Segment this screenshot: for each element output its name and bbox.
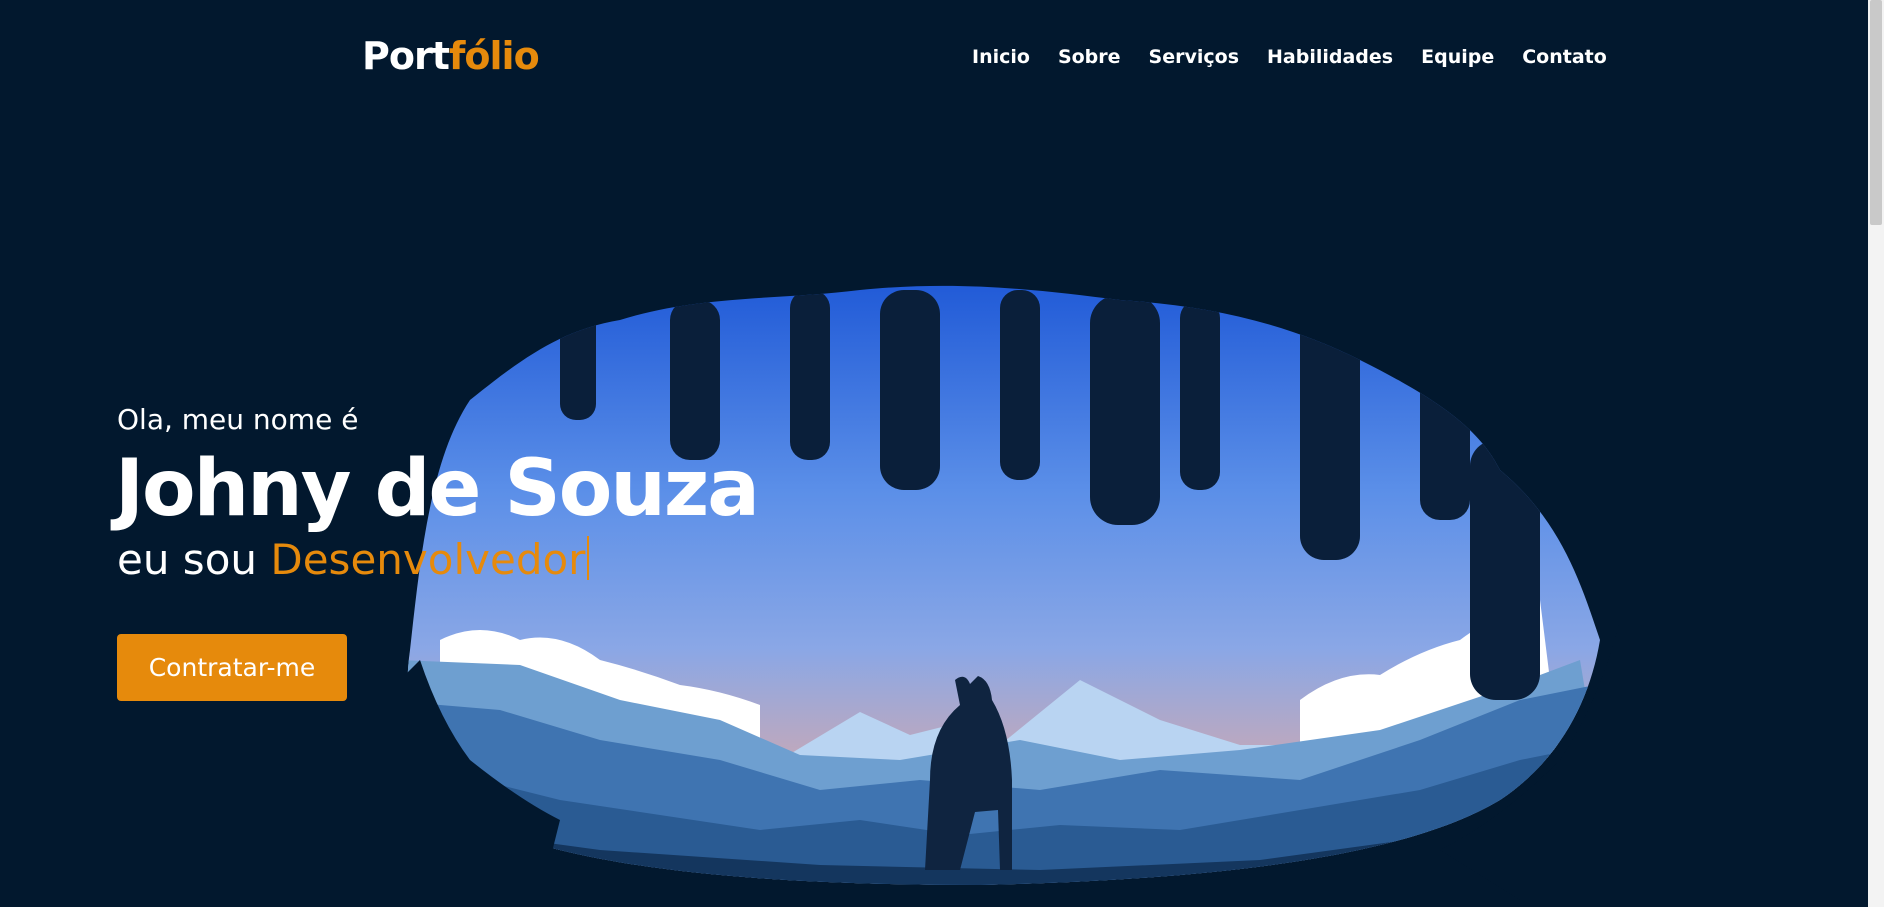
scrollbar-thumb[interactable]	[1870, 0, 1882, 225]
nav-link-servicos[interactable]: Serviços	[1149, 44, 1239, 70]
site-logo[interactable]: Portfólio	[362, 32, 540, 80]
main-nav: Inicio Sobre Serviços Habilidades Equipe…	[972, 44, 1607, 70]
nav-link-habilidades[interactable]: Habilidades	[1267, 44, 1393, 70]
nav-link-equipe[interactable]: Equipe	[1421, 44, 1494, 70]
typing-caret	[587, 536, 590, 580]
hire-me-button[interactable]: Contratar-me	[117, 634, 347, 701]
nav-link-contato[interactable]: Contato	[1522, 44, 1607, 70]
hero-role-prefix: eu sou	[117, 535, 258, 584]
hero-text: Ola, meu nome é Johny de Souza eu sou De…	[115, 402, 760, 586]
logo-main-text: Port	[362, 34, 450, 78]
hero-greeting: Ola, meu nome é	[117, 403, 359, 436]
nav-link-sobre[interactable]: Sobre	[1058, 44, 1121, 70]
hero-role: Desenvolvedor	[270, 535, 586, 584]
hero-role-line: eu sou Desenvolvedor	[117, 534, 758, 586]
nav-link-inicio[interactable]: Inicio	[972, 44, 1030, 70]
hero-name: Johny de Souza	[115, 444, 760, 534]
logo-accent-text: fólio	[448, 34, 540, 78]
